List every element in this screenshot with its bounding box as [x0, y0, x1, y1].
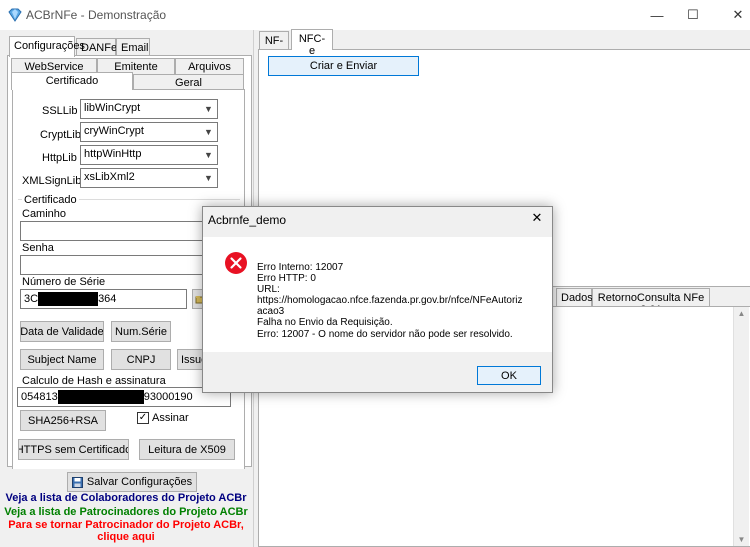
serie-prefix: 3C	[24, 292, 39, 305]
tab-configuracoes[interactable]: Configurações	[9, 36, 85, 57]
scroll-up-icon: ▲	[737, 309, 746, 318]
hash-input[interactable]: 054813 93000190	[17, 387, 231, 407]
title-bar: ACBrNFe - Demonstração — ☐ ✕	[0, 0, 750, 30]
vertical-scrollbar[interactable]: ▲ ▼	[733, 307, 749, 546]
ok-button[interactable]: OK	[477, 366, 541, 385]
httplib-label: HttpLib	[42, 152, 77, 164]
redaction-bar	[57, 390, 144, 404]
chevron-down-icon: ▼	[204, 127, 213, 137]
criar-enviar-button[interactable]: Criar e Enviar	[268, 56, 419, 76]
caminho-input[interactable]	[20, 221, 232, 241]
message-line: Erro Interno: 12007	[257, 262, 344, 273]
httplib-select[interactable]: httpWinHttp ▼	[80, 145, 218, 165]
ssllib-select[interactable]: libWinCrypt ▼	[80, 99, 218, 119]
salvar-configuracoes-button[interactable]: Salvar Configurações	[67, 472, 197, 492]
num-serie-button[interactable]: Num.Série	[111, 321, 171, 342]
message-line: acao3	[257, 306, 285, 318]
xmlsignlib-label: XMLSignLib	[22, 175, 82, 187]
message-line: Erro: 12007 - O nome do servidor não pod…	[257, 328, 513, 340]
error-message: Erro Interno: 12007 Erro HTTP: 0 URL: ht…	[257, 262, 523, 340]
hash-suffix: 93000190	[143, 390, 193, 403]
ssllib-value: libWinCrypt	[84, 102, 141, 114]
message-line: URL:	[257, 284, 280, 296]
caminho-label: Caminho	[22, 208, 67, 220]
subtab-certificado[interactable]: Certificado	[11, 72, 133, 90]
https-sem-certificado-button[interactable]: HTTPS sem Certificado	[18, 439, 129, 460]
assinar-label: Assinar	[152, 412, 189, 424]
senha-label: Senha	[22, 242, 54, 254]
tab-retorno-consulta[interactable]: RetornoConsulta NFe 2.01	[592, 288, 710, 316]
redaction-bar	[38, 292, 99, 306]
tab-dados[interactable]: Dados	[556, 288, 593, 307]
serie-suffix: 364	[98, 292, 117, 305]
link-patrocinadores[interactable]: Veja a lista de Patrocinadores do Projet…	[0, 506, 252, 518]
tab-nfce[interactable]: NFC-e	[291, 29, 333, 57]
app-icon	[8, 8, 22, 22]
sha256-button[interactable]: SHA256+RSA	[20, 410, 106, 431]
error-icon	[225, 252, 247, 274]
subtab-arquivos[interactable]: Arquivos	[175, 58, 244, 74]
cnpj-button[interactable]: CNPJ	[111, 349, 171, 370]
leitura-x509-button[interactable]: Leitura de X509	[139, 439, 235, 460]
ssllib-label: SSLLib	[42, 105, 78, 117]
close-window-button[interactable]: ✕	[715, 0, 750, 30]
subject-name-button[interactable]: Subject Name	[20, 349, 104, 370]
error-dialog: Acbrnfe_demo ✕ Erro Interno: 12007 Erro …	[202, 206, 553, 393]
dialog-title: Acbrnfe_demo	[208, 213, 287, 227]
salvar-configuracoes-label: Salvar Configurações	[86, 476, 193, 488]
tab-nfe[interactable]: NF-e	[259, 31, 289, 59]
hash-label: Calculo de Hash e assinatura	[22, 375, 166, 387]
window-title: ACBrNFe - Demonstração	[26, 8, 167, 22]
cryptlib-label: CryptLib	[40, 129, 81, 141]
numero-serie-label: Número de Série	[22, 276, 106, 288]
link-tornar-patrocinador[interactable]: Para se tornar Patrocinador do Projeto A…	[0, 519, 252, 531]
xmlsignlib-value: xsLibXml2	[84, 171, 135, 183]
cryptlib-value: cryWinCrypt	[84, 125, 144, 137]
chevron-down-icon: ▼	[204, 150, 213, 160]
hash-prefix: 054813	[21, 390, 58, 403]
scroll-down-icon: ▼	[737, 535, 746, 544]
chevron-down-icon: ▼	[204, 104, 213, 114]
httplib-value: httpWinHttp	[84, 148, 142, 160]
senha-input[interactable]	[20, 255, 232, 275]
save-icon	[71, 476, 83, 488]
assinar-checkbox[interactable]: ✓	[137, 412, 149, 424]
chevron-down-icon: ▼	[204, 173, 213, 183]
dialog-body: Erro Interno: 12007 Erro HTTP: 0 URL: ht…	[203, 237, 552, 352]
message-line: Falha no Envio da Requisição.	[257, 317, 393, 329]
dialog-close-button[interactable]: ✕	[525, 210, 549, 230]
data-validade-button[interactable]: Data de Validade	[20, 321, 104, 342]
xmlsignlib-select[interactable]: xsLibXml2 ▼	[80, 168, 218, 188]
cryptlib-select[interactable]: cryWinCrypt ▼	[80, 122, 218, 142]
maximize-button[interactable]: ☐	[670, 0, 716, 30]
certificado-group-title: Certificado	[22, 194, 79, 206]
link-clique-aqui[interactable]: clique aqui	[0, 531, 252, 543]
subtab-geral[interactable]: Geral	[133, 74, 244, 90]
message-line: https://homologacao.nfce.fazenda.pr.gov.…	[257, 295, 523, 307]
message-line: Erro HTTP: 0	[257, 273, 316, 285]
link-colaboradores[interactable]: Veja a lista de Colaboradores do Projeto…	[0, 492, 252, 504]
numero-serie-input[interactable]: 3C 364	[20, 289, 187, 309]
